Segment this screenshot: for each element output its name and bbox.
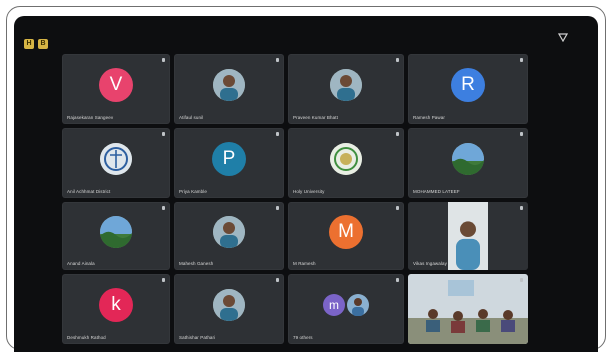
avatar: k [99,287,133,322]
participant-name: Anil Achhmat District [67,189,111,194]
mic-muted-icon [396,278,399,282]
mic-muted-icon [276,58,279,62]
mic-muted-icon [162,132,165,136]
person-photo-icon [347,293,369,316]
video-feed-icon [408,202,528,270]
mic-muted-icon [520,206,523,210]
mic-muted-icon [276,206,279,210]
person-photo-icon [330,68,362,101]
participant-name: Atifaul sunil [179,115,204,120]
participant-tile[interactable]: Vikas Ingawalay [408,202,528,270]
participant-tile[interactable]: Atifaul sunil [174,54,284,124]
participant-tile[interactable]: m 79 others [288,274,404,344]
participant-name: Mahesh Ganesh [179,261,214,266]
mic-muted-icon [162,278,165,282]
avatar: R [451,67,485,102]
emblem-icon [100,142,132,175]
mic-muted-icon [276,278,279,282]
meeting-screen: H B V Rajasekaran Sangeev Atifaul sunil Pra… [14,16,598,352]
participant-name: Ramesh Pawar [413,115,445,120]
participant-tile[interactable]: R Ramesh Pawar [408,54,528,124]
avatar: m [323,293,345,316]
university-logo-icon [330,142,362,175]
mic-muted-icon [520,58,523,62]
landscape-photo-icon [100,215,132,248]
mic-muted-icon [162,206,165,210]
mic-muted-icon [276,132,279,136]
avatar: M [329,214,363,249]
mic-muted-icon [396,58,399,62]
mic-muted-icon [520,132,523,136]
participant-tile[interactable]: Praveen Kumar Bhatt [288,54,404,124]
mic-muted-icon [396,132,399,136]
participant-tile[interactable]: V Rajasekaran Sangeev [62,54,170,124]
participant-name: Sathishar Pathari [179,335,216,340]
mic-muted-icon [162,58,165,62]
avatar: P [212,141,246,176]
participant-tile[interactable]: M M Ramesh [288,202,404,270]
participant-name: Vikas Ingawalay [413,261,447,266]
person-photo-icon [213,288,245,321]
participant-tile[interactable]: Holy University [288,128,404,198]
participant-name: Holy University [293,189,325,194]
participant-name: Anand Ainala [67,261,95,266]
participant-name: MOHAMMED LATEEF [413,189,460,194]
participant-tile[interactable]: Anand Ainala [62,202,170,270]
participant-grid: V Rajasekaran Sangeev Atifaul sunil Praveen… [14,16,598,352]
mic-muted-icon [520,278,523,282]
participant-tile[interactable]: Mahesh Ganesh [174,202,284,270]
participant-name: 79 others [293,335,313,340]
participant-name: Priya Kamble [179,189,207,194]
participant-name: Deshmukh Rathod [67,335,106,340]
participant-name: Praveen Kumar Bhatt [293,115,338,120]
participant-tile[interactable]: k Deshmukh Rathod [62,274,170,344]
participant-tile[interactable]: Anil Achhmat District [62,128,170,198]
participant-tile[interactable]: Sathishar Pathari [174,274,284,344]
participant-tile[interactable] [408,274,528,344]
person-photo-icon [213,215,245,248]
participant-tile[interactable]: MOHAMMED LATEEF [408,128,528,198]
landscape-photo-icon [452,142,484,175]
mic-muted-icon [396,206,399,210]
avatar: V [99,67,133,102]
group-avatars: m [323,293,369,316]
conference-room-video-icon [408,274,528,344]
person-photo-icon [213,68,245,101]
participant-name: M Ramesh [293,261,316,266]
participant-name: Rajasekaran Sangeev [67,115,114,120]
participant-tile[interactable]: P Priya Kamble [174,128,284,198]
